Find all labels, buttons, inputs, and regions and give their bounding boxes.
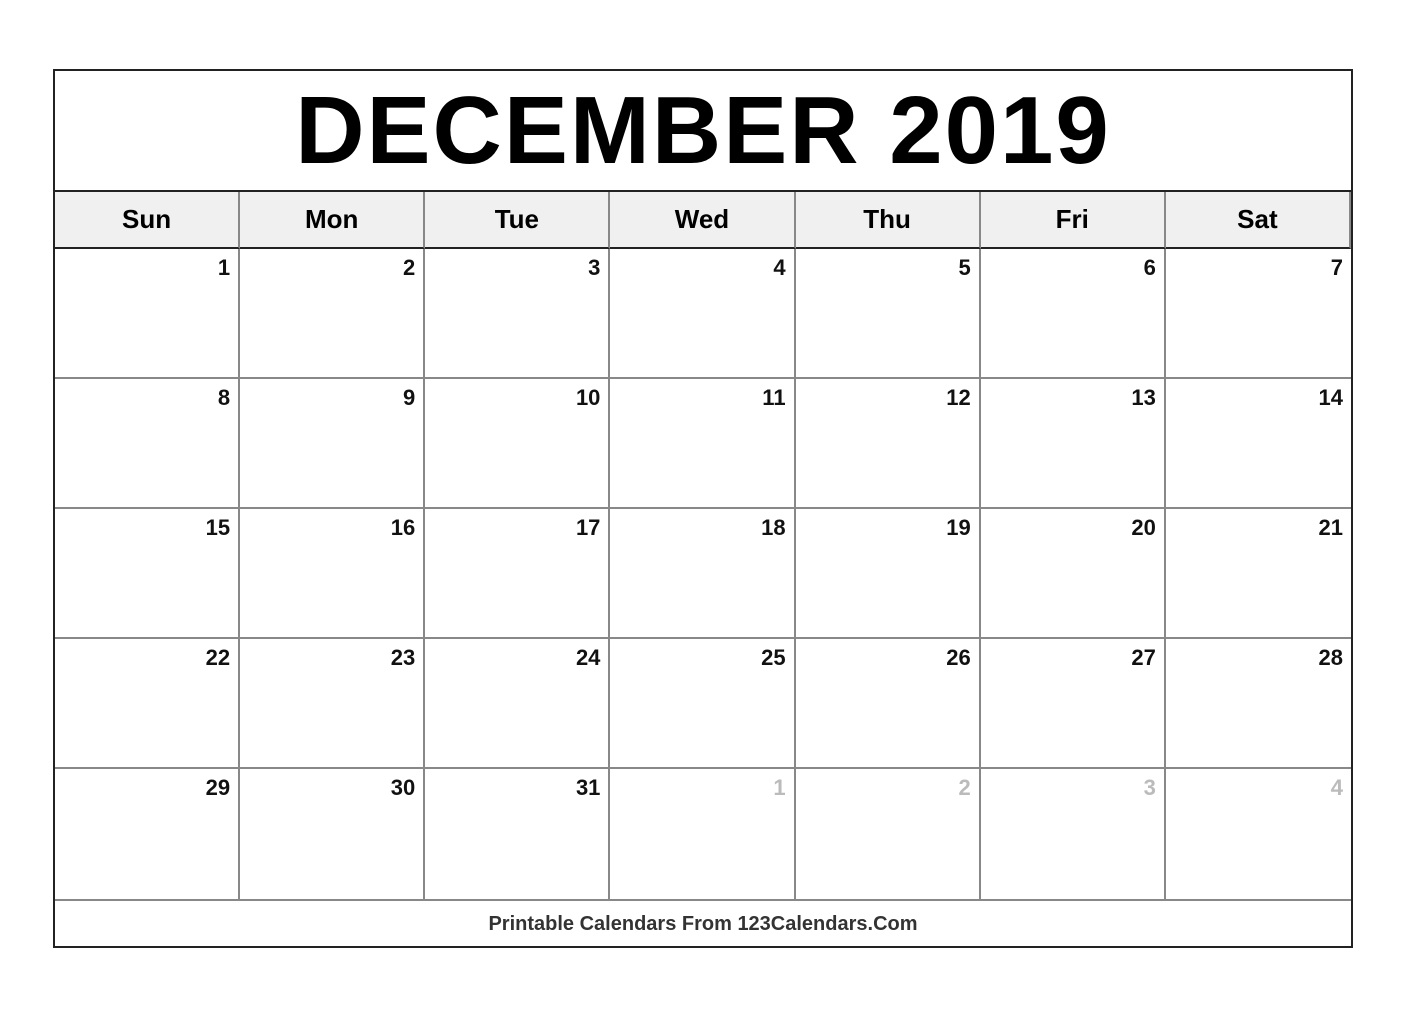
day-cell: 31: [425, 769, 610, 899]
day-cell: 14: [1166, 379, 1351, 509]
day-cell: 5: [796, 249, 981, 379]
day-cell: 26: [796, 639, 981, 769]
footer-brand: 123Calendars.Com: [737, 913, 917, 935]
day-cell: 25: [610, 639, 795, 769]
day-cell: 9: [240, 379, 425, 509]
day-header-thu: Thu: [796, 192, 981, 249]
footer-text: Printable Calendars From: [488, 913, 737, 935]
day-cell: 1: [610, 769, 795, 899]
day-cell: 13: [981, 379, 1166, 509]
day-cell: 12: [796, 379, 981, 509]
day-cell: 4: [1166, 769, 1351, 899]
day-cell: 8: [55, 379, 240, 509]
day-cell: 4: [610, 249, 795, 379]
day-cell: 10: [425, 379, 610, 509]
day-cell: 6: [981, 249, 1166, 379]
day-cell: 23: [240, 639, 425, 769]
day-cell: 24: [425, 639, 610, 769]
day-cell: 2: [796, 769, 981, 899]
day-header-sun: Sun: [55, 192, 240, 249]
day-cell: 7: [1166, 249, 1351, 379]
day-cell: 17: [425, 509, 610, 639]
day-header-mon: Mon: [240, 192, 425, 249]
day-cell: 11: [610, 379, 795, 509]
day-cell: 15: [55, 509, 240, 639]
day-cell: 3: [981, 769, 1166, 899]
calendar-footer: Printable Calendars From 123Calendars.Co…: [55, 899, 1351, 946]
day-header-sat: Sat: [1166, 192, 1351, 249]
day-cell: 21: [1166, 509, 1351, 639]
calendar-title: DECEMBER 2019: [55, 71, 1351, 192]
day-cell: 20: [981, 509, 1166, 639]
calendar: DECEMBER 2019 SunMonTueWedThuFriSat12345…: [53, 69, 1353, 948]
day-cell: 22: [55, 639, 240, 769]
day-header-tue: Tue: [425, 192, 610, 249]
day-cell: 27: [981, 639, 1166, 769]
day-header-fri: Fri: [981, 192, 1166, 249]
day-cell: 28: [1166, 639, 1351, 769]
day-cell: 16: [240, 509, 425, 639]
day-cell: 19: [796, 509, 981, 639]
day-cell: 18: [610, 509, 795, 639]
day-cell: 3: [425, 249, 610, 379]
day-header-wed: Wed: [610, 192, 795, 249]
day-cell: 2: [240, 249, 425, 379]
calendar-grid: SunMonTueWedThuFriSat1234567891011121314…: [55, 192, 1351, 899]
day-cell: 30: [240, 769, 425, 899]
day-cell: 1: [55, 249, 240, 379]
day-cell: 29: [55, 769, 240, 899]
